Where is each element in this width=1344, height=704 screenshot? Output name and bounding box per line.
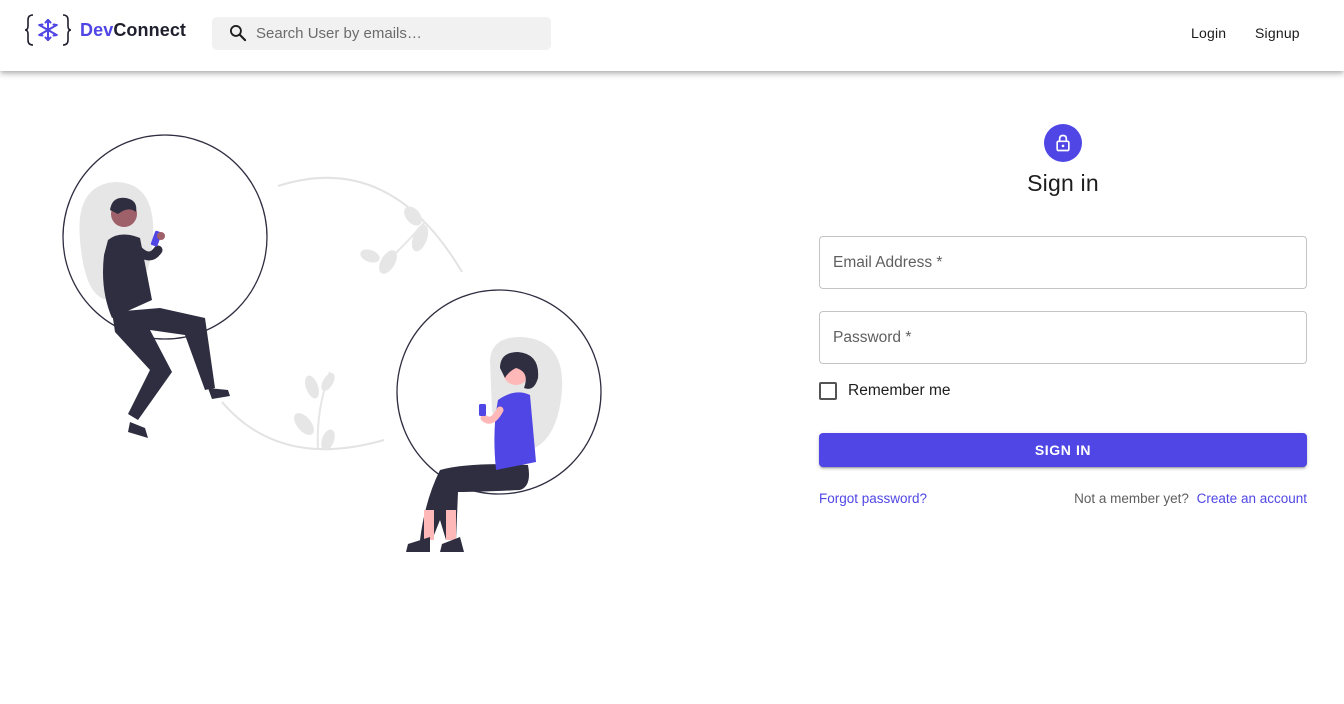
brand-name-suffix: Connect: [113, 19, 187, 40]
email-field[interactable]: Email Address *: [819, 236, 1307, 289]
illustration-graphic: [62, 134, 602, 552]
search-bar: [212, 17, 551, 50]
signup-prompt: Not a member yet? Create an account: [1074, 491, 1307, 506]
sign-in-button[interactable]: SIGN IN: [819, 433, 1307, 467]
forgot-password-link[interactable]: Forgot password?: [819, 491, 927, 506]
not-member-text: Not a member yet?: [1074, 491, 1189, 506]
remember-me-option[interactable]: Remember me: [819, 381, 951, 401]
man-with-phone-figure: [62, 134, 268, 438]
code-braces-snowflake-logo-icon: [24, 14, 72, 46]
remember-me-label: Remember me: [848, 382, 951, 399]
search-input[interactable]: [256, 17, 546, 50]
password-field[interactable]: Password *: [819, 311, 1307, 364]
brand-name-prefix: Dev: [80, 19, 114, 40]
woman-with-phone-figure: [396, 289, 602, 552]
leaf-branch-bottom: [294, 371, 335, 451]
search-icon[interactable]: [228, 23, 248, 43]
lock-avatar: [1044, 124, 1082, 162]
email-input[interactable]: [832, 237, 1292, 288]
page-title: Sign in: [1027, 170, 1099, 196]
nav-signup-link[interactable]: Signup: [1255, 25, 1300, 41]
create-account-link[interactable]: Create an account: [1197, 491, 1307, 506]
brand-logo[interactable]: DevConnect: [24, 12, 186, 48]
people-with-phones-illustration: [0, 71, 700, 704]
brand-name: DevConnect: [80, 20, 186, 41]
leaf-branch-top: [360, 206, 429, 274]
password-input[interactable]: [832, 312, 1292, 363]
top-app-bar: DevConnect Login Signup: [0, 0, 1344, 71]
nav-login-link[interactable]: Login: [1191, 25, 1226, 41]
remember-me-checkbox[interactable]: [819, 382, 837, 400]
lock-icon: [1056, 134, 1070, 152]
